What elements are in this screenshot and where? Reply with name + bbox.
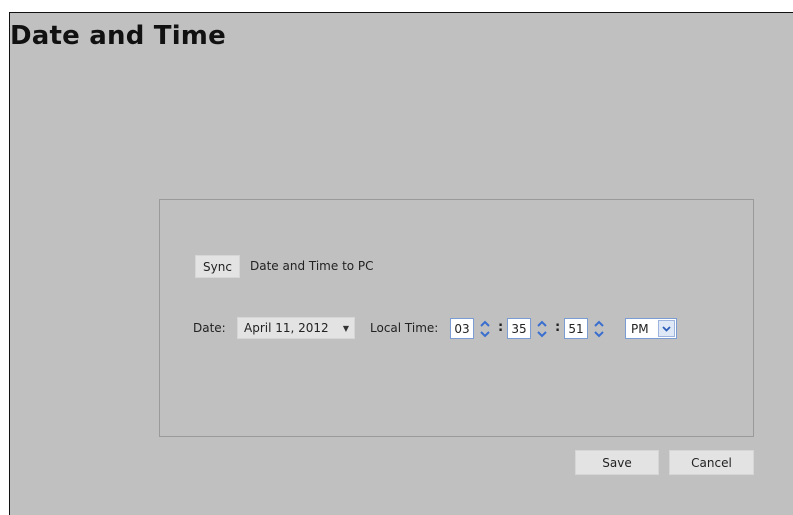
save-button[interactable]: Save <box>575 450 659 475</box>
sync-button[interactable]: Sync <box>195 255 240 278</box>
page-title: Date and Time <box>10 21 226 51</box>
minutes-spinner[interactable] <box>533 318 551 340</box>
date-time-panel: Sync Date and Time to PC Date: April 11,… <box>159 199 754 437</box>
date-label: Date: <box>193 321 226 335</box>
seconds-input[interactable]: 51 <box>564 318 588 339</box>
minutes-input[interactable]: 35 <box>507 318 531 339</box>
caret-down-icon: ▼ <box>342 324 349 333</box>
hours-input[interactable]: 03 <box>450 318 474 339</box>
up-down-arrows-icon <box>537 320 547 338</box>
cancel-button[interactable]: Cancel <box>669 450 754 475</box>
date-time-window: Date and Time Sync Date and Time to PC D… <box>9 12 793 515</box>
local-time-label: Local Time: <box>370 321 439 335</box>
time-separator: : <box>498 320 504 335</box>
chevron-down-icon[interactable] <box>658 320 675 337</box>
ampm-select[interactable]: PM <box>625 318 677 339</box>
time-separator: : <box>555 320 561 335</box>
date-value: April 11, 2012 <box>244 321 329 335</box>
hours-spinner[interactable] <box>476 318 494 340</box>
ampm-value: PM <box>631 321 649 336</box>
date-picker[interactable]: April 11, 2012 ▼ <box>237 317 355 339</box>
sync-label: Date and Time to PC <box>250 259 374 273</box>
up-down-arrows-icon <box>480 320 490 338</box>
up-down-arrows-icon <box>594 320 604 338</box>
seconds-spinner[interactable] <box>590 318 608 340</box>
